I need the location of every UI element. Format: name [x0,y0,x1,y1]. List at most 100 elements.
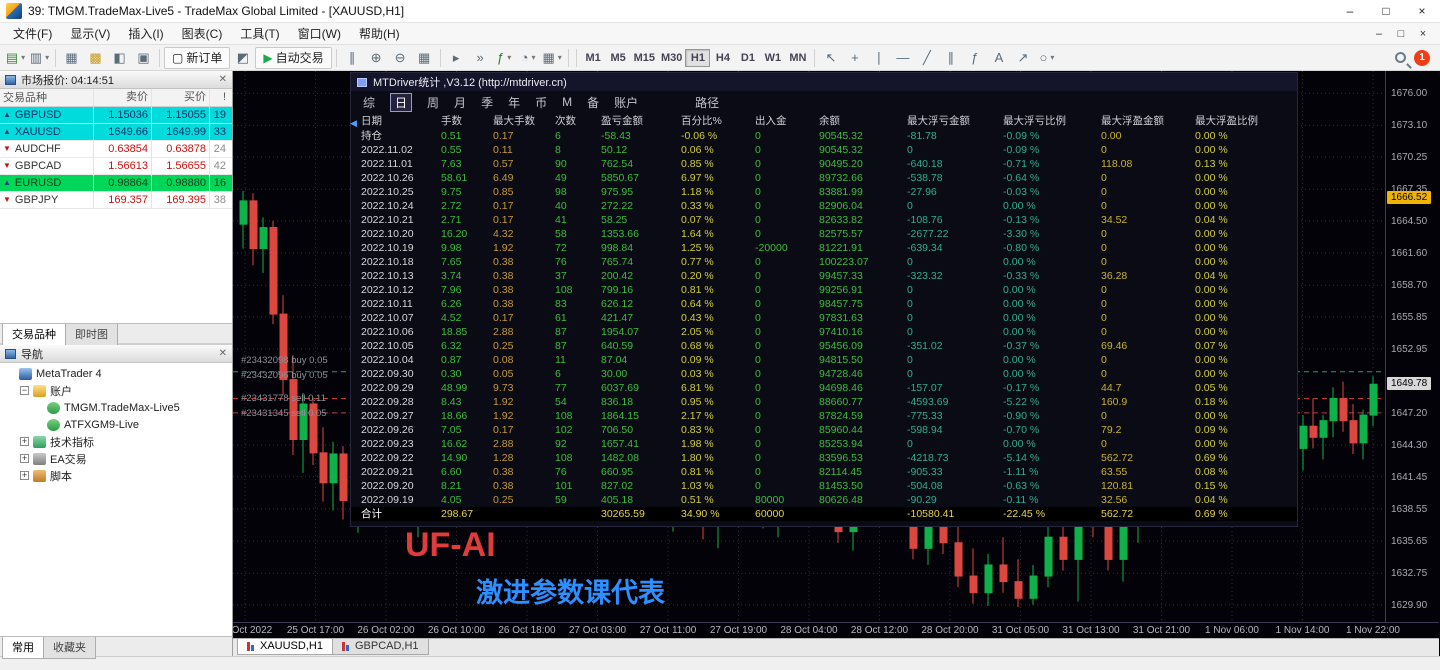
timeframe-w1[interactable]: W1 [760,49,785,67]
market-watch-button[interactable]: ▦ [60,47,83,69]
chart-tab-gbpcad-h1[interactable]: GBPCAD,H1 [332,639,429,655]
zoom-out-button[interactable]: ⊖ [389,47,412,69]
tab-item[interactable]: 交易品种 [2,324,66,346]
collapse-arrow-icon[interactable]: ◀ [350,115,357,131]
nav-item-item[interactable]: +技术指标 [0,433,232,450]
market-watch-row-gbpjpy[interactable]: ▼GBPJPY169.357169.39538 [0,192,232,209]
chart-tab-xauusd-h1[interactable]: XAUUSD,H1 [237,639,333,655]
new-order-button[interactable]: ▢新订单 [164,47,230,69]
mdi-restore-button[interactable]: □ [1390,25,1412,43]
nav-item-atfxgm9-live[interactable]: ATFXGM9-Live [0,416,232,433]
periods-button[interactable]: ◔▾ [517,47,540,69]
price-label: 1629.90 [1391,600,1427,611]
timeframe-m30[interactable]: M30 [658,49,685,67]
timeframe-m5[interactable]: M5 [606,49,631,67]
menu-item-5[interactable]: 窗口(W) [289,23,350,44]
price-axis[interactable]: 1676.001673.101670.251667.351664.501661.… [1385,71,1439,622]
menu-item-6[interactable]: 帮助(H) [350,23,409,44]
time-axis[interactable]: 25 Oct 202225 Oct 17:0026 Oct 02:0026 Oc… [233,622,1439,638]
shapes-button[interactable]: ○▾ [1035,47,1058,69]
timeframe-h1[interactable]: H1 [685,49,710,67]
arrows-button[interactable]: ↗ [1011,47,1034,69]
market-watch-row-xauusd[interactable]: ▲XAUUSD1649.661649.9933 [0,124,232,141]
nav-item-item[interactable]: +脚本 [0,467,232,484]
timeframe-m15[interactable]: M15 [631,49,658,67]
profiles-button[interactable]: ▥▾ [28,47,51,69]
stats-tab-m[interactable]: M [562,95,572,109]
trendline-button[interactable]: ╱ [915,47,938,69]
stats-tab-item[interactable]: 综 [363,94,375,111]
menu-item-4[interactable]: 工具(T) [231,23,288,44]
menu-item-0[interactable]: 文件(F) [4,23,61,44]
channel-button[interactable]: ∥ [939,47,962,69]
tab-item[interactable]: 常用 [2,637,44,659]
crosshair-button[interactable]: + [843,47,866,69]
stats-tab-item[interactable]: 日 [390,93,412,112]
timeframe-m1[interactable]: M1 [581,49,606,67]
fibonacci-button[interactable]: ƒ [963,47,986,69]
text-button[interactable]: A [987,47,1010,69]
close-button[interactable]: × [1404,0,1440,23]
stats-tab-item[interactable]: 备 [587,94,599,111]
new-chart-button[interactable]: ▤▾ [4,47,27,69]
stats-cell: -5.22 % [1003,395,1101,409]
vertical-line-icon: ∣ [876,50,883,66]
strategy-tester-button[interactable]: ◩ [231,47,254,69]
mdi-close-button[interactable]: × [1412,25,1434,43]
minimize-button[interactable]: – [1332,0,1368,23]
column-header-2: 买价 [152,89,210,106]
stats-tab-item[interactable]: 币 [535,94,547,111]
auto-scroll-button[interactable]: » [469,47,492,69]
tick-chart-button[interactable]: ∥ [341,47,364,69]
navigator-close-icon[interactable]: ✕ [219,348,227,359]
templates-button[interactable]: ▦▾ [541,47,564,69]
market-watch-row-audchf[interactable]: ▼AUDCHF0.638540.6387824 [0,141,232,158]
market-watch-row-eurusd[interactable]: ▲EURUSD0.988640.9888016 [0,175,232,192]
expander-plus-icon[interactable]: + [20,471,29,480]
cursor-button[interactable]: ↖ [819,47,842,69]
timeframe-h4[interactable]: H4 [710,49,735,67]
nav-item-tmgm-trademax-live5[interactable]: TMGM.TradeMax-Live5 [0,399,232,416]
search-icon[interactable] [1395,52,1406,63]
maximize-button[interactable]: □ [1368,0,1404,23]
chart-shift-button[interactable]: ▸ [445,47,468,69]
timeframe-mn[interactable]: MN [785,49,810,67]
tab-item[interactable]: 收藏夹 [43,637,96,659]
stats-tab-item[interactable]: 季 [481,94,493,111]
data-window-button[interactable]: ▩ [84,47,107,69]
timeframe-d1[interactable]: D1 [735,49,760,67]
stats-cell: 0.00 % [1195,227,1265,241]
vertical-line-button[interactable]: ∣ [867,47,890,69]
zoom-in-button[interactable]: ⊕ [365,47,388,69]
terminal-button[interactable]: ▣ [132,47,155,69]
stats-cell: 8.21 [441,479,493,493]
nav-item-ea[interactable]: +EA交易 [0,450,232,467]
menu-item-3[interactable]: 图表(C) [173,23,232,44]
stats-cell: 8 [555,143,601,157]
stats-tab-item[interactable]: 周 [427,94,439,111]
tab-item[interactable]: 即时图 [65,324,118,346]
nav-item-metatrader-4[interactable]: MetaTrader 4 [0,365,232,382]
expander-plus-icon[interactable]: + [20,437,29,446]
menu-item-2[interactable]: 插入(I) [119,23,172,44]
ask-cell: 0.63878 [152,141,210,157]
auto-trading-button[interactable]: ▶自动交易 [255,47,331,69]
stats-tab-item[interactable]: 年 [508,94,520,111]
expander-plus-icon[interactable]: + [20,454,29,463]
mdi-minimize-button[interactable]: – [1368,25,1390,43]
market-watch-close-icon[interactable]: ✕ [219,74,227,85]
horizontal-line-button[interactable]: — [891,47,914,69]
stats-tab-item[interactable]: 月 [454,94,466,111]
stats-path-label[interactable]: 路径 [695,94,719,111]
nav-item-item[interactable]: −账户 [0,382,232,399]
market-watch-row-gbpcad[interactable]: ▼GBPCAD1.566131.5665542 [0,158,232,175]
menu-item-1[interactable]: 显示(V) [61,23,119,44]
indicators-list-button[interactable]: ƒ▾ [493,47,516,69]
navigator-button[interactable]: ◧ [108,47,131,69]
market-watch-row-gbpusd[interactable]: ▲GBPUSD1.150361.1505519 [0,107,232,124]
tile-windows-button[interactable]: ▦ [413,47,436,69]
stats-tab-item[interactable]: 账户 [614,94,638,111]
notification-badge[interactable]: 1 [1414,50,1430,66]
stats-cell: 2022.10.19 [361,241,441,255]
expander-minus-icon[interactable]: − [20,386,29,395]
